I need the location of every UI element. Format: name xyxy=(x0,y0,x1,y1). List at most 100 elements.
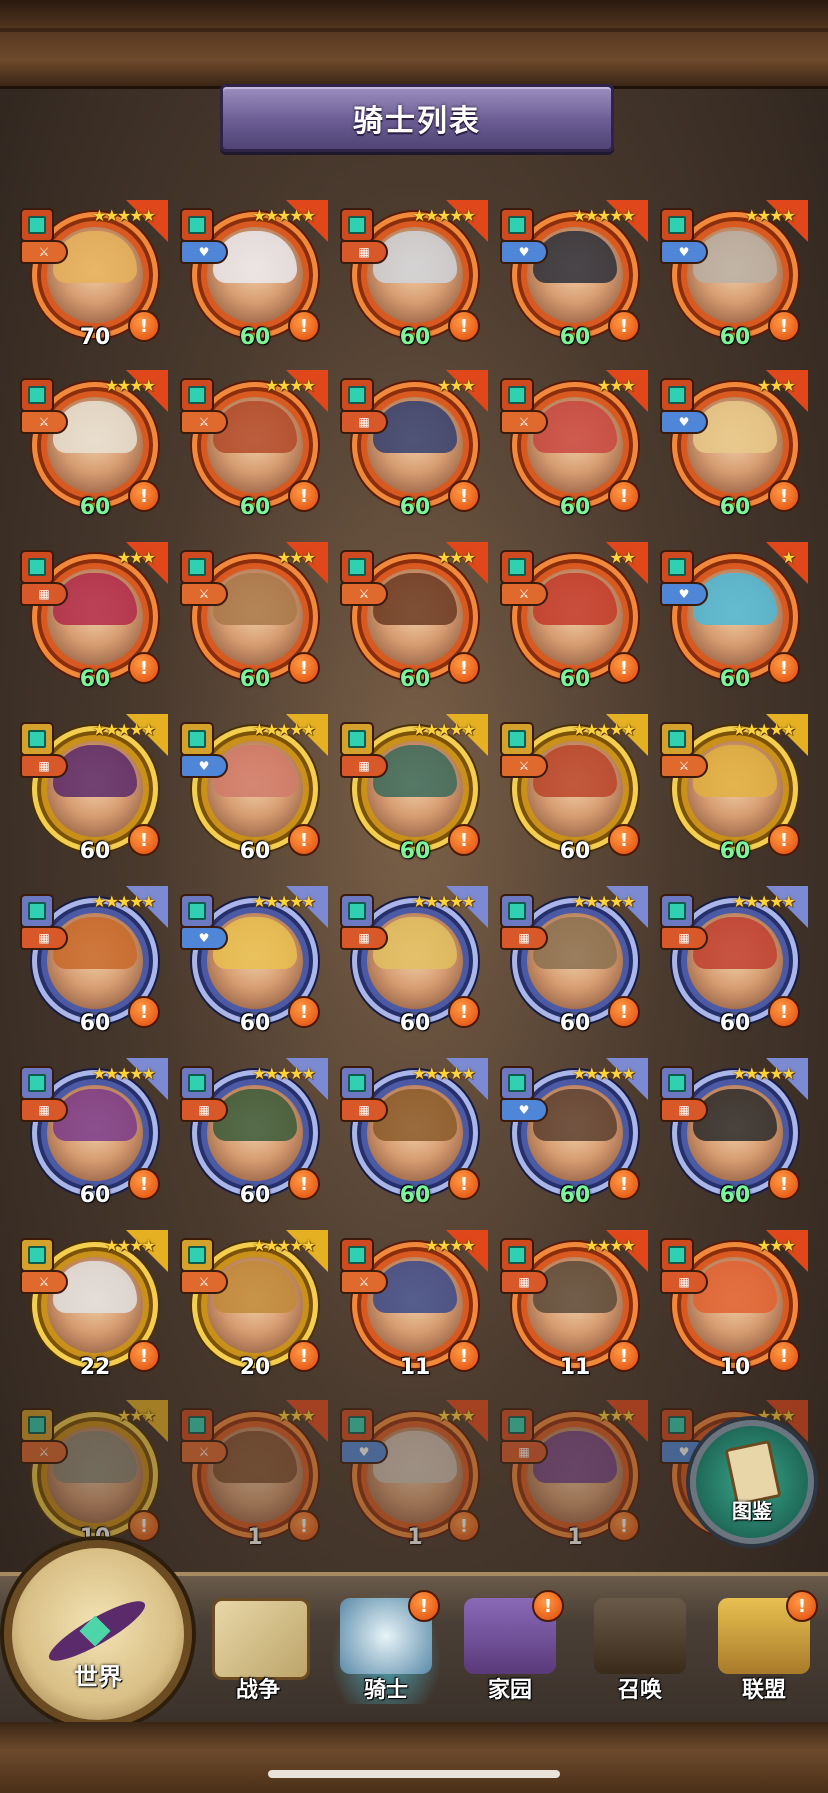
knight-card[interactable]: ★★★ ⚔ 10! xyxy=(22,1400,168,1550)
knight-card[interactable]: ★★★★★ ▦ 60! xyxy=(22,886,168,1036)
knight-card[interactable]: ★★★★ ⚔ 11! xyxy=(342,1230,488,1380)
shield-icon: ▦ xyxy=(502,928,546,948)
sword-icon: ⚔ xyxy=(22,242,66,262)
knight-hair xyxy=(533,573,617,625)
knight-card[interactable]: ★★★★★ ♥ 60! xyxy=(502,1058,648,1208)
knight-card[interactable]: ★★★★★ ▦ 60! xyxy=(342,200,488,350)
knight-hair xyxy=(213,401,297,453)
class-icon xyxy=(502,1240,532,1270)
knight-hair xyxy=(373,745,457,797)
tab-home[interactable]: 家园 ! xyxy=(454,1590,566,1704)
knight-card[interactable]: ★★★ ⚔ 60! xyxy=(182,542,328,692)
alert-badge: ! xyxy=(768,480,800,512)
class-icon xyxy=(182,552,212,582)
knight-card[interactable]: ★★★ ▦ 60! xyxy=(22,542,168,692)
class-icon xyxy=(502,896,532,926)
knight-hair xyxy=(213,573,297,625)
star-rating: ★★★ xyxy=(436,1406,476,1425)
alert-badge: ! xyxy=(768,1340,800,1372)
knight-card[interactable]: ★★★★★ ⚔ 60! xyxy=(662,714,808,864)
knight-hair xyxy=(693,1089,777,1141)
knight-card[interactable]: ★★★★★ ♥ 60! xyxy=(182,200,328,350)
class-icon xyxy=(22,1240,52,1270)
knight-card[interactable]: ★★★★★ ▦ 60! xyxy=(662,1058,808,1208)
class-icon xyxy=(342,210,372,240)
class-icon xyxy=(662,552,692,582)
class-icon xyxy=(342,896,372,926)
knight-card[interactable]: ★★★ ▦ 60! xyxy=(342,370,488,520)
knight-card[interactable]: ★★★★★ ♥ 60! xyxy=(182,714,328,864)
knight-card[interactable]: ★★★ ▦ 10! xyxy=(662,1230,808,1380)
knight-card[interactable]: ★ ♥ 60! xyxy=(662,542,808,692)
alert-badge: ! xyxy=(288,1168,320,1200)
star-rating: ★★★ xyxy=(436,376,476,395)
knight-hair xyxy=(693,1261,777,1313)
knight-card[interactable]: ★★★★★ ▦ 60! xyxy=(22,714,168,864)
star-rating: ★ xyxy=(781,548,796,567)
tab-home-label: 家园 xyxy=(487,1678,532,1703)
knight-hair xyxy=(53,1261,137,1313)
star-rating: ★★★★★ xyxy=(732,720,796,739)
knight-card[interactable]: ★★★★★ ⚔ 60! xyxy=(502,714,648,864)
knight-card[interactable]: ★★★★★ ▦ 60! xyxy=(342,1058,488,1208)
alert-badge: ! xyxy=(448,1168,480,1200)
star-rating: ★★★ xyxy=(116,548,156,567)
knight-card[interactable]: ★★★★★ ⚔ 70! xyxy=(22,200,168,350)
shield-icon: ▦ xyxy=(182,1100,226,1120)
sword-icon: ⚔ xyxy=(22,1442,66,1462)
knight-card[interactable]: ★★★ ♥ 1! xyxy=(342,1400,488,1550)
heart-icon: ♥ xyxy=(502,1100,546,1120)
alert-badge: ! xyxy=(448,1340,480,1372)
star-rating: ★★ xyxy=(609,548,636,567)
class-icon xyxy=(22,380,52,410)
tab-alliance[interactable]: 联盟 ! xyxy=(708,1590,820,1704)
knight-card[interactable]: ★★★★ ♥ 60! xyxy=(662,200,808,350)
star-rating: ★★★ xyxy=(596,1406,636,1425)
tab-war[interactable]: 战争 xyxy=(202,1592,314,1704)
world-button[interactable]: 世界 xyxy=(4,1540,192,1728)
knight-card[interactable]: ★★★★ ▦ 11! xyxy=(502,1230,648,1380)
knight-card[interactable]: ★★★★★ ⚔ 20! xyxy=(182,1230,328,1380)
knight-card[interactable]: ★★★★★ ♥ 60! xyxy=(182,886,328,1036)
knight-card[interactable]: ★★★★★ ▦ 60! xyxy=(342,714,488,864)
knight-card[interactable]: ★★★★ ⚔ 22! xyxy=(22,1230,168,1380)
star-rating: ★★★★★ xyxy=(732,892,796,911)
tab-summon[interactable]: 召唤 xyxy=(584,1592,696,1704)
alert-badge: ! xyxy=(608,652,640,684)
knight-card[interactable]: ★★★ ♥ 60! xyxy=(662,370,808,520)
alert-badge: ! xyxy=(448,480,480,512)
knight-card[interactable]: ★★★★★ ▦ 60! xyxy=(22,1058,168,1208)
tab-summon-label: 召唤 xyxy=(617,1678,662,1703)
knight-card[interactable]: ★★★ ⚔ 60! xyxy=(342,542,488,692)
knight-card[interactable]: ★★★★★ ▦ 60! xyxy=(342,886,488,1036)
knight-card[interactable]: ★★★★ ⚔ 60! xyxy=(182,370,328,520)
knight-card[interactable]: ★★★★★ ▦ 60! xyxy=(502,886,648,1036)
class-icon xyxy=(22,1410,52,1440)
alert-badge: ! xyxy=(768,1168,800,1200)
class-icon xyxy=(662,1240,692,1270)
knight-card[interactable]: ★★ ⚔ 60! xyxy=(502,542,648,692)
knight-card[interactable]: ★★★ ▦ 1! xyxy=(502,1400,648,1550)
shield-icon: ▦ xyxy=(502,1442,546,1462)
knight-card[interactable]: ★★★ ⚔ 1! xyxy=(182,1400,328,1550)
heart-icon: ♥ xyxy=(342,1442,386,1462)
tab-knight-label: 骑士 xyxy=(363,1678,408,1703)
knight-hair xyxy=(53,745,137,797)
heart-icon: ♥ xyxy=(182,756,226,776)
encyclopedia-button[interactable]: 图鉴 xyxy=(690,1420,814,1544)
star-rating: ★★★★★ xyxy=(252,720,316,739)
shield-icon: ▦ xyxy=(22,756,66,776)
tab-alliance-label: 联盟 xyxy=(741,1678,786,1703)
knight-card[interactable]: ★★★★ ⚔ 60! xyxy=(22,370,168,520)
star-rating: ★★★★★ xyxy=(412,892,476,911)
knight-card[interactable]: ★★★★★ ▦ 60! xyxy=(182,1058,328,1208)
knight-card[interactable]: ★★★★★ ♥ 60! xyxy=(502,200,648,350)
knight-card[interactable]: ★★★★★ ▦ 60! xyxy=(662,886,808,1036)
tab-knight[interactable]: 骑士 ! xyxy=(330,1590,442,1704)
star-rating: ★★★ xyxy=(756,1236,796,1255)
alert-badge: ! xyxy=(128,996,160,1028)
heart-icon: ♥ xyxy=(502,242,546,262)
star-rating: ★★★ xyxy=(596,376,636,395)
knight-card[interactable]: ★★★ ⚔ 60! xyxy=(502,370,648,520)
alert-badge: ! xyxy=(608,480,640,512)
